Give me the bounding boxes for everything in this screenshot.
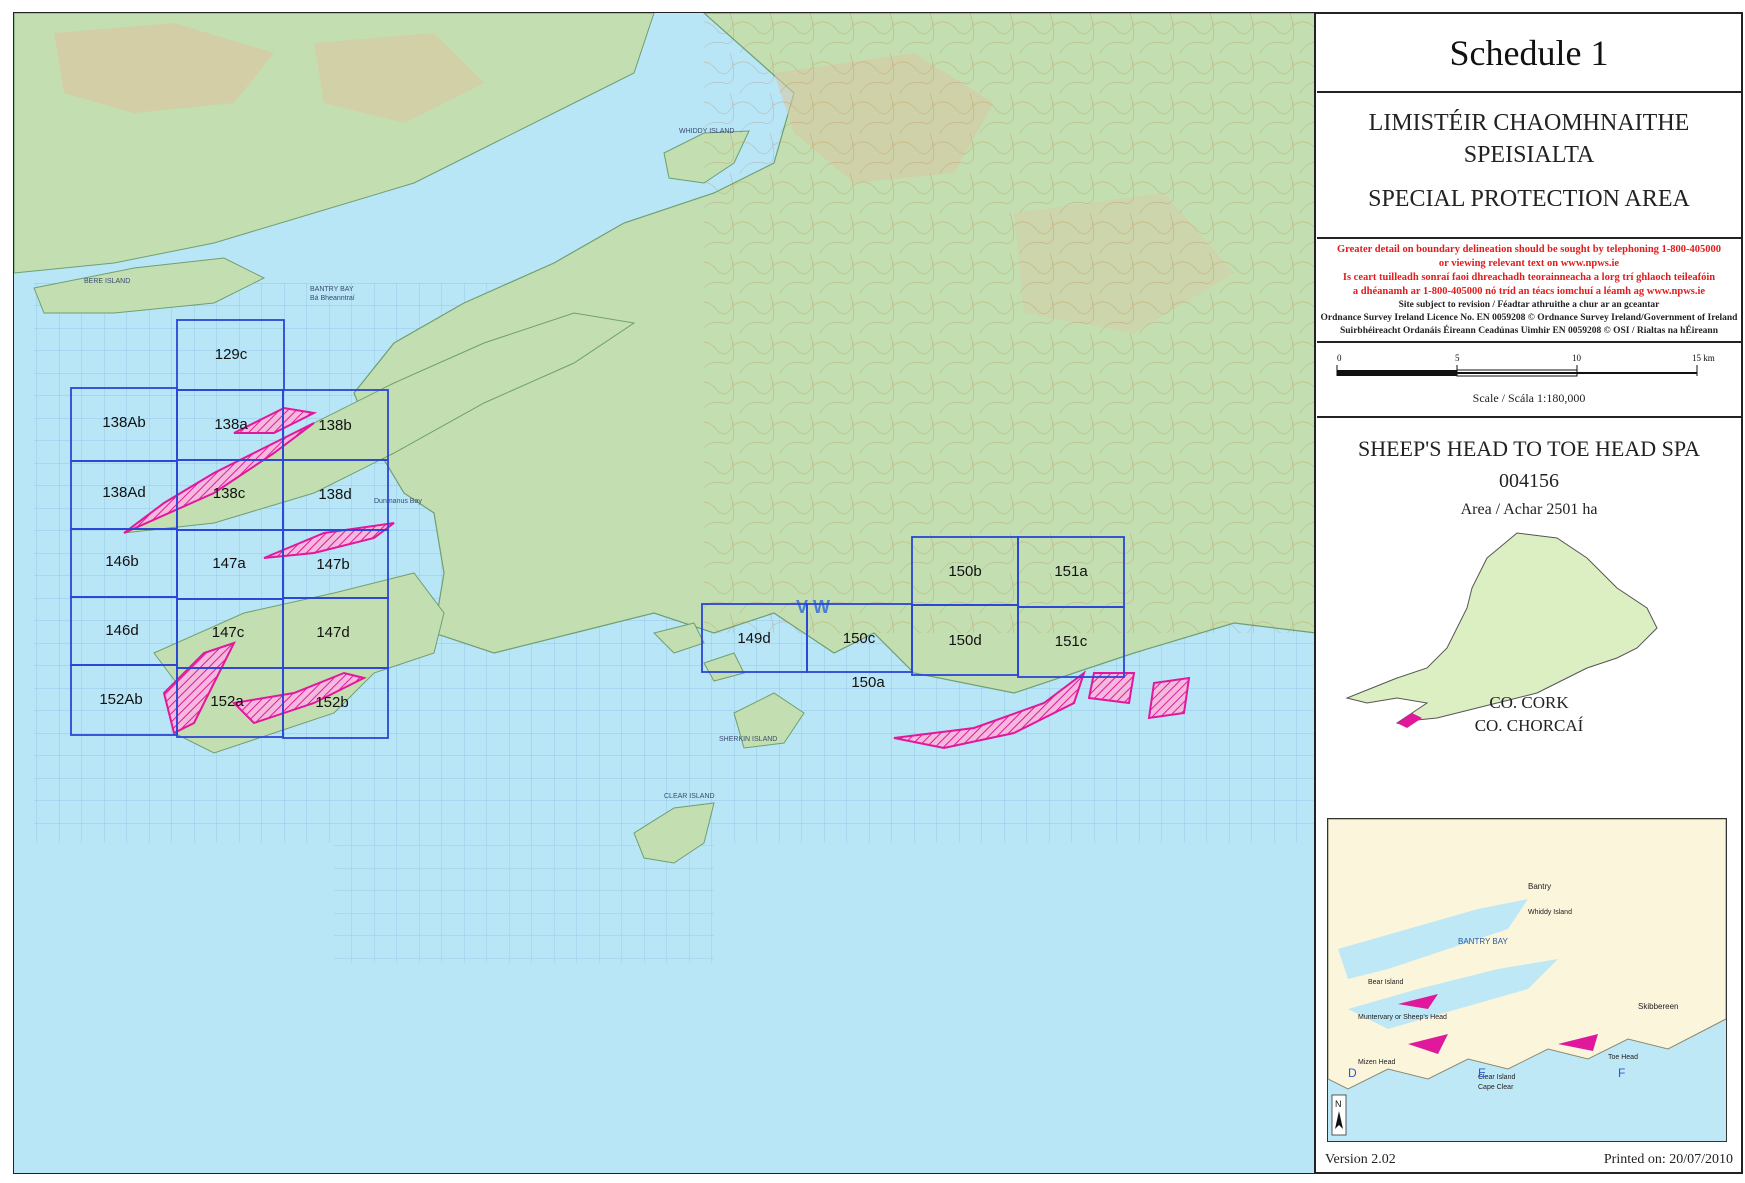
- tile-label: 138a: [214, 416, 248, 433]
- place-sherkin-island: SHERKIN ISLAND: [719, 736, 777, 743]
- tile-label: 152b: [315, 694, 348, 711]
- notes-block: Greater detail on boundary delineation s…: [1317, 239, 1741, 343]
- scale-tick-0: 0: [1337, 353, 1342, 363]
- tile-label: 138b: [318, 417, 351, 434]
- site-area: Area / Achar 2501 ha: [1460, 501, 1598, 518]
- inset-mizen-head: Mizen Head: [1358, 1059, 1395, 1066]
- main-map-canvas: WHIDDY ISLAND BANTRY BAY Bá Bheanntraí B…: [14, 13, 1314, 1173]
- place-bantry-bay: BANTRY BAY: [310, 286, 354, 293]
- legend-panel: Schedule 1 LIMISTÉIR CHAOMHNAITHE SPEISI…: [1317, 13, 1741, 1172]
- note-licence-en: Ordnance Survey Ireland Licence No. EN 0…: [1320, 313, 1738, 323]
- inset-cape-clear: Cape Clear: [1478, 1084, 1514, 1091]
- note-ga-line1: Is ceart tuilleadh sonraí faoi dhreachad…: [1342, 272, 1716, 283]
- version-label: Version 2.02: [1325, 1152, 1396, 1167]
- tile-label: 138Ad: [102, 484, 145, 501]
- printed-date: Printed on: 20/07/2010: [1603, 1152, 1733, 1167]
- tile-label: 147d: [316, 624, 349, 641]
- scale-label: Scale / Scála 1:180,000: [1472, 391, 1586, 405]
- place-dunmanus-bay: Dunmanus Bay: [374, 498, 422, 505]
- schedule-title: Schedule 1: [1317, 13, 1741, 93]
- note-licence-ga: Suirbhéireacht Ordanáis Éireann Ceadúnas…: [1339, 326, 1718, 336]
- designation-block: LIMISTÉIR CHAOMHNAITHE SPEISIALTA SPECIA…: [1317, 93, 1741, 239]
- tile-label: 151c: [1055, 633, 1088, 650]
- site-code: 004156: [1499, 470, 1559, 492]
- scale-tick-10: 10: [1572, 353, 1582, 363]
- note-revision: Site subject to revision / Féadtar athru…: [1398, 300, 1660, 310]
- inset-canvas: Bantry BANTRY BAY Muntervary or Sheep's …: [1328, 819, 1726, 1141]
- inset-bantry-bay: BANTRY BAY: [1458, 937, 1508, 946]
- inset-grid-letter-e: E: [1478, 1066, 1486, 1080]
- tile-label: 152a: [210, 693, 244, 710]
- tile-label: 147b: [316, 556, 349, 573]
- inset-bantry: Bantry: [1528, 882, 1551, 891]
- main-map[interactable]: WHIDDY ISLAND BANTRY BAY Bá Bheanntraí B…: [14, 13, 1316, 1173]
- tile-label: 150b: [948, 563, 981, 580]
- tile-label: 151a: [1054, 563, 1088, 580]
- designation-ga-line1: LIMISTÉIR CHAOMHNAITHE: [1368, 110, 1690, 136]
- designation-ga-line2: SPEISIALTA: [1463, 142, 1595, 168]
- note-en-line1: Greater detail on boundary delineation s…: [1336, 244, 1722, 255]
- tile-label: 150c: [843, 630, 876, 647]
- note-ga-line2: a dhéanamh ar 1-800-405000 nó tríd an té…: [1352, 286, 1706, 297]
- tile-label: 146d: [105, 622, 138, 639]
- grid-letters: V W: [796, 597, 830, 617]
- tile-label: 150d: [948, 632, 981, 649]
- tile-label: 147c: [212, 624, 245, 641]
- site-block: SHEEP'S HEAD TO TOE HEAD SPA 004156 Area…: [1317, 418, 1741, 818]
- scale-tick-15: 15 km: [1692, 353, 1715, 363]
- tile-label: 146b: [105, 553, 138, 570]
- tile-label: 147a: [212, 555, 246, 572]
- location-inset-map[interactable]: Bantry BANTRY BAY Muntervary or Sheep's …: [1327, 818, 1727, 1142]
- note-en-line2: or viewing relevant text on www.npws.ie: [1438, 258, 1620, 269]
- inset-grid-letter-f: F: [1618, 1066, 1625, 1080]
- tile-label: 138c: [213, 485, 246, 502]
- designation-en: SPECIAL PROTECTION AREA: [1368, 186, 1690, 212]
- footer: Version 2.02 Printed on: 20/07/2010: [1317, 1150, 1741, 1172]
- inset-bear-island: Bear Island: [1368, 979, 1404, 986]
- tile-label: 152Ab: [99, 691, 142, 708]
- tile-label: 138d: [318, 486, 351, 503]
- inset-toe-head: Toe Head: [1608, 1054, 1638, 1061]
- inset-whiddy: Whiddy Island: [1528, 909, 1572, 916]
- tile-label: 138Ab: [102, 414, 145, 431]
- county-en: CO. CORK: [1489, 693, 1569, 712]
- place-whiddy-island: WHIDDY ISLAND: [679, 128, 735, 135]
- county-ga: CO. CHORCAÍ: [1474, 716, 1584, 735]
- inset-skibbereen: Skibbereen: [1638, 1002, 1678, 1011]
- inset-grid-letter-d: D: [1348, 1066, 1357, 1080]
- tile-label: 149d: [737, 630, 770, 647]
- scale-tick-5: 5: [1455, 353, 1460, 363]
- place-bere-island: BERE ISLAND: [84, 278, 130, 285]
- place-clear-island: CLEAR ISLAND: [664, 793, 715, 800]
- site-name: SHEEP'S HEAD TO TOE HEAD SPA: [1358, 436, 1700, 461]
- place-bantry-bay-ga: Bá Bheanntraí: [310, 295, 355, 302]
- north-arrow-label: N: [1335, 1099, 1342, 1109]
- scale-bar-block: 0 5 10 15 km Scale / Scála 1:180,000: [1317, 343, 1741, 418]
- inset-muntervary: Muntervary or Sheep's Head: [1358, 1014, 1447, 1021]
- scale-bar: 0 5 10 15 km: [1336, 353, 1715, 377]
- tile-label: 150a: [851, 674, 885, 691]
- tile-label: 129c: [215, 346, 248, 363]
